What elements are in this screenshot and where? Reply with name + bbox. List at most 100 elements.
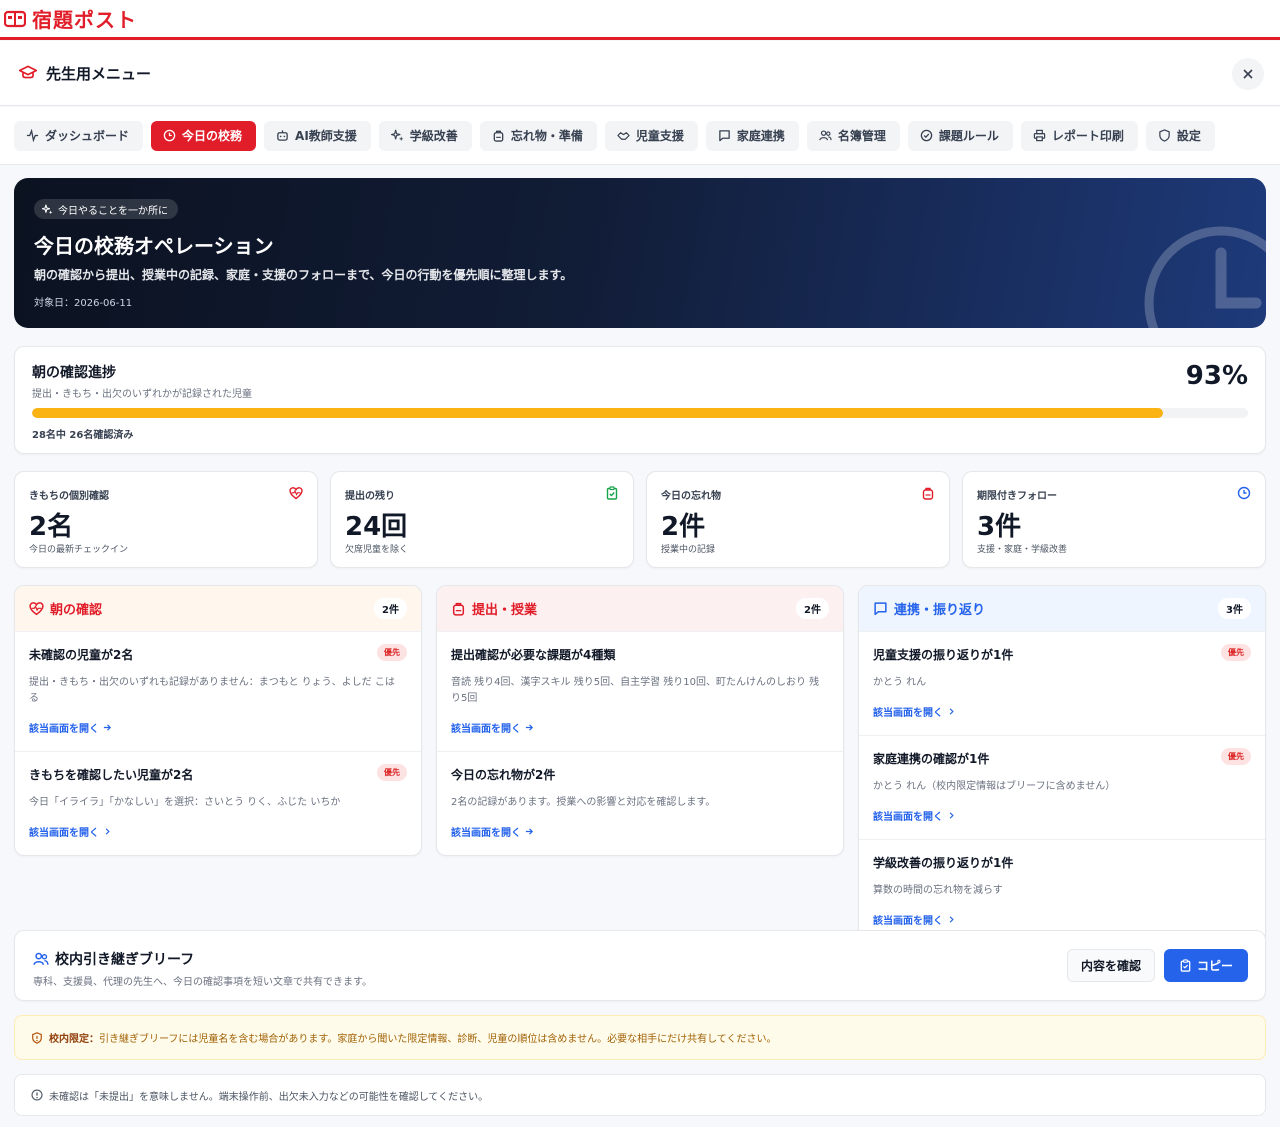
tab-label: レポート印刷 (1051, 129, 1124, 143)
task-item: 学級改善の振り返りが1件 算数の時間の忘れ物を減らす 該当画面を開く (859, 840, 1265, 943)
task-title: 児童支援の振り返りが1件 (873, 648, 1014, 662)
open-screen-link[interactable]: 該当画面を開く (873, 912, 956, 927)
task-description: 算数の時間の忘れ物を減らす (873, 885, 1003, 896)
menu-tabs: ダッシュボード 今日の校務 AI教師支援 学級改善 忘れ物・準備 児童支援 家庭… (0, 107, 1280, 165)
column-liaison-reflection: 連携・振り返り 3件 児童支援の振り返りが1件 優先 かとう れん 該当画面を開… (858, 585, 1266, 944)
progress-percent: 93% (1185, 361, 1248, 391)
progress-fill (32, 408, 1163, 418)
stat-note: 授業中の記録 (661, 545, 716, 555)
tab-roster[interactable]: 名簿管理 (806, 120, 900, 151)
tab-dashboard[interactable]: ダッシュボード (14, 120, 144, 151)
check-circle-icon (920, 129, 933, 142)
link-label: 該当画面を開く (451, 828, 521, 839)
backpack-icon (493, 130, 504, 142)
sparkle-icon (42, 204, 53, 214)
check-content-button[interactable]: 内容を確認 (1066, 949, 1155, 982)
open-screen-link[interactable]: 該当画面を開く (29, 824, 112, 839)
stat-value: 3件 (977, 512, 1022, 542)
open-screen-link[interactable]: 該当画面を開く (451, 824, 534, 839)
task-description: 音読 残り4回、漢字スキル 残り5回、自主学習 残り10回、町たんけんのしおり … (451, 677, 820, 704)
warning-text: 引き継ぎブリーフには児童名を含む場合があります。家庭から聞いた限定情報、診断、児… (99, 1034, 777, 1045)
column-count: 2件 (796, 598, 829, 619)
link-label: 該当画面を開く (873, 812, 943, 823)
priority-badge: 優先 (377, 764, 407, 781)
open-screen-link[interactable]: 該当画面を開く (873, 808, 956, 823)
warning-label: 校内限定： (49, 1034, 99, 1045)
tab-student-support[interactable]: 児童支援 (604, 120, 698, 151)
arrow-right-icon (103, 724, 112, 731)
tab-forgotten-items[interactable]: 忘れ物・準備 (479, 120, 597, 151)
column-title: 朝の確認 (50, 603, 103, 618)
arrow-right-icon (525, 828, 534, 835)
link-label: 該当画面を開く (451, 724, 521, 735)
tab-report-print[interactable]: レポート印刷 (1020, 120, 1138, 151)
open-screen-link[interactable]: 該当画面を開く (451, 720, 534, 735)
hero-description: 朝の確認から提出、授業中の記録、家庭・支援のフォローまで、今日の行動を優先順に整… (34, 268, 573, 282)
column-header: 提出・授業 2件 (437, 586, 843, 632)
open-screen-link[interactable]: 該当画面を開く (29, 720, 112, 735)
heart-pulse-icon (289, 487, 303, 500)
task-title: 未確認の児童が2名 (29, 648, 134, 662)
column-count: 2件 (374, 598, 407, 619)
task-description: 2名の記録があります。授業への影響と対応を確認します。 (451, 797, 716, 808)
stat-label: 提出の残り (345, 491, 395, 502)
stat-card-deadline-followups: 期限付きフォロー 3件 支援・家庭・学級改善 (962, 471, 1266, 568)
robot-icon (277, 130, 288, 141)
task-item: 提出確認が必要な課題が4種類 音読 残り4回、漢字スキル 残り5回、自主学習 残… (437, 632, 843, 752)
task-item: 家庭連携の確認が1件 優先 かとう れん（校内限定情報はブリーフに含めません） … (859, 736, 1265, 840)
sparkle-icon (390, 129, 404, 142)
chevron-right-icon (949, 916, 954, 923)
stat-note: 支援・家庭・学級改善 (977, 545, 1068, 555)
tab-class-improvement[interactable]: 学級改善 (378, 120, 472, 151)
clipboard-check-icon (606, 486, 618, 500)
tab-label: 学級改善 (409, 129, 458, 143)
task-title: 提出確認が必要な課題が4種類 (451, 648, 616, 662)
chevron-right-icon (949, 708, 954, 715)
close-icon (1243, 69, 1253, 79)
pulse-icon (26, 129, 39, 142)
open-screen-link[interactable]: 該当画面を開く (873, 704, 956, 719)
info-icon (31, 1089, 43, 1101)
brief-title-row: 校内引き継ぎブリーフ (33, 949, 194, 969)
stat-value: 2名 (29, 512, 74, 542)
tab-label: 家庭連携 (736, 129, 785, 143)
menu-title: 先生用メニュー (46, 64, 152, 83)
column-header: 連携・振り返り 3件 (859, 586, 1265, 632)
teacher-menu-header: 先生用メニュー (0, 41, 1280, 106)
heart-pulse-icon (29, 602, 44, 616)
stat-card-forgotten-today: 今日の忘れ物 2件 授業中の記録 (646, 471, 950, 568)
users-icon (33, 952, 49, 965)
tab-today-duties[interactable]: 今日の校務 (151, 120, 257, 151)
close-button[interactable] (1232, 58, 1264, 90)
copy-button[interactable]: コピー (1164, 949, 1248, 982)
stat-value: 2件 (661, 512, 706, 542)
stat-label: 今日の忘れ物 (661, 491, 721, 502)
priority-badge: 優先 (1221, 748, 1251, 765)
tab-assignment-rules[interactable]: 課題ルール (907, 120, 1013, 151)
tab-settings[interactable]: 設定 (1145, 120, 1215, 151)
shield-icon (32, 1031, 42, 1044)
users-icon (819, 130, 832, 141)
task-item: 今日の忘れ物が2件 2名の記録があります。授業への影響と対応を確認します。 該当… (437, 752, 843, 855)
tab-label: 設定 (1176, 129, 1201, 143)
chevron-right-icon (949, 812, 954, 819)
brand-header: 宿題ポスト (0, 0, 1280, 40)
task-item: 児童支援の振り返りが1件 優先 かとう れん 該当画面を開く (859, 632, 1265, 736)
priority-badge: 優先 (377, 644, 407, 661)
tab-label: ダッシュボード (45, 129, 130, 143)
message-icon (874, 602, 887, 616)
shield-icon (1159, 129, 1170, 142)
tab-label: AI教師支援 (295, 129, 357, 143)
task-title: 家庭連携の確認が1件 (873, 752, 990, 766)
hero-chip-label: 今日やることを一か所に (58, 205, 168, 217)
tab-ai-support[interactable]: AI教師支援 (264, 120, 371, 151)
tab-label: 忘れ物・準備 (510, 129, 583, 143)
copy-label: コピー (1196, 959, 1233, 973)
printer-icon (1033, 129, 1046, 142)
link-label: 該当画面を開く (29, 724, 99, 735)
progress-title: 朝の確認進捗 (32, 365, 116, 381)
morning-progress-card: 朝の確認進捗 提出・きもち・出欠のいずれかが記録された児童 93% 28名中 2… (14, 346, 1266, 454)
tab-label: 名簿管理 (837, 129, 886, 143)
message-icon (719, 130, 730, 142)
tab-home-liaison[interactable]: 家庭連携 (705, 120, 799, 151)
